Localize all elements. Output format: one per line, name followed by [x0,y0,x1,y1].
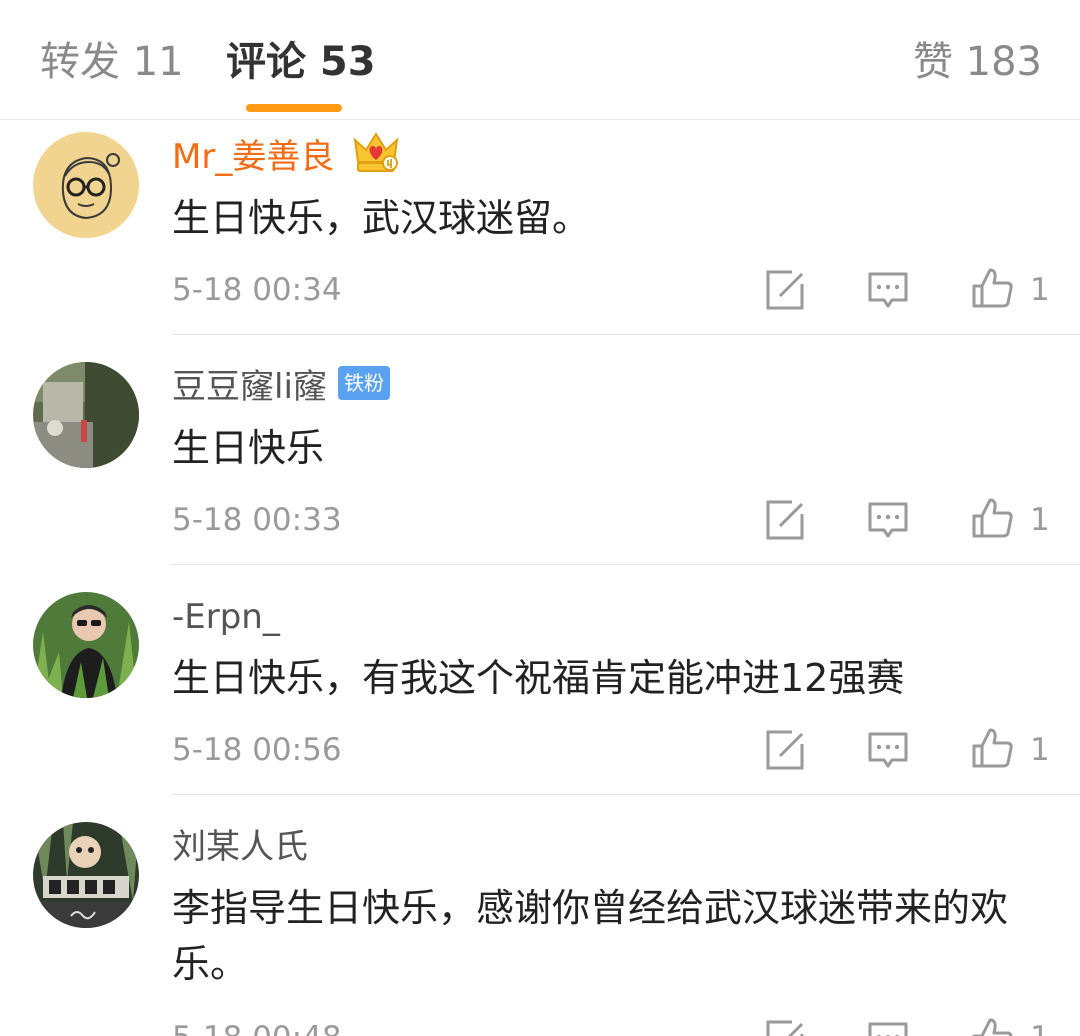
comment-bubble-icon[interactable] [866,1018,910,1036]
like-count: 1 [1030,1018,1050,1036]
username[interactable]: 刘某人氏 [172,825,308,869]
avatar[interactable] [33,822,139,928]
thumbs-up-icon[interactable] [970,1016,1014,1036]
edit-square-icon[interactable] [762,1018,806,1036]
comment-text: 李指导生日快乐，感谢你曾经给武汉球迷带来的欢乐。 [172,886,1009,986]
comment-item: 刘某人氏 李指导生日快乐，感谢你曾经给武汉球迷带来的欢乐。 5-18 00:48… [0,0,1080,1036]
timestamp: 5-18 00:48 [172,1018,342,1036]
